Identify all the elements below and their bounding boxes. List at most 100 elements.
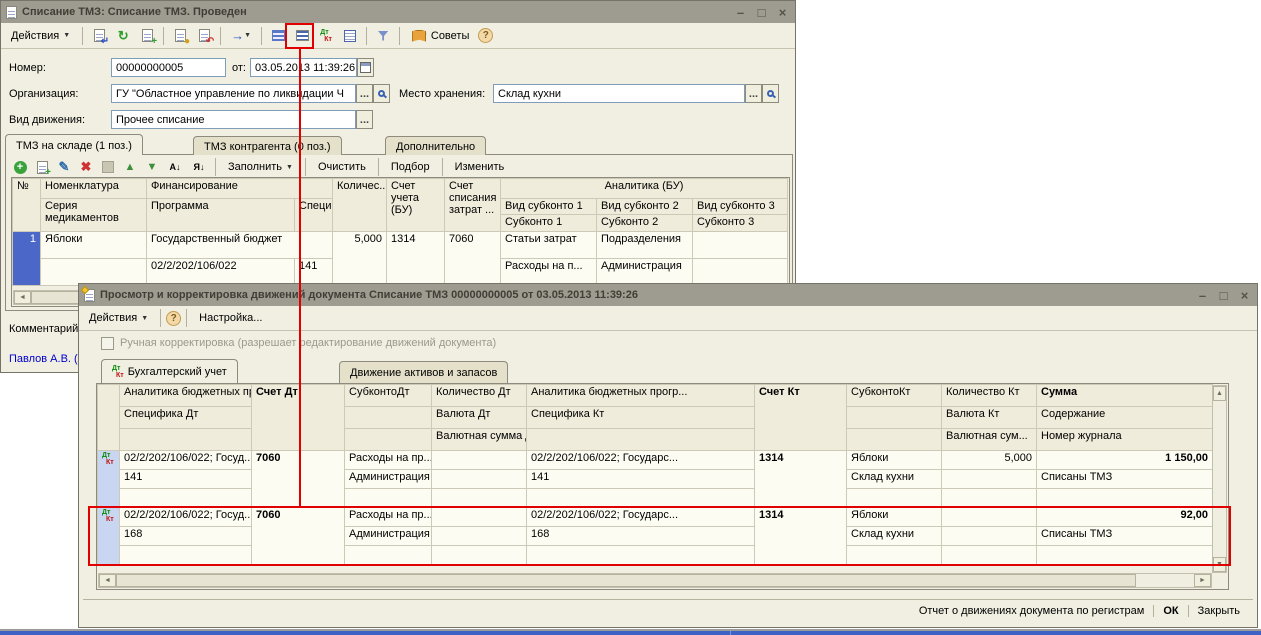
goto-icon[interactable]: →▼ (226, 25, 256, 47)
cell-subconto-type-2[interactable]: Подразделения (597, 232, 693, 259)
tips-button[interactable]: ?Советы (405, 26, 476, 46)
help-icon[interactable]: ? (166, 311, 181, 326)
storage-select-button[interactable]: ... (745, 84, 762, 103)
document-window-titlebar[interactable]: Списание ТМЗ: Списание ТМЗ. Проведен – □… (1, 1, 795, 23)
end-edit-icon[interactable] (98, 156, 118, 178)
postings-grid-hscrollbar[interactable]: ◄ ► (98, 573, 1212, 588)
add-row-icon[interactable]: + (10, 156, 30, 178)
movements-dialog-titlebar[interactable]: Просмотр и корректировка движений докуме… (79, 284, 1257, 306)
registers-report-button[interactable]: Отчет о движениях документа по регистрам (910, 602, 1154, 620)
organization-search-button[interactable] (373, 84, 390, 103)
cell-currency-dt[interactable] (432, 470, 527, 489)
write-icon[interactable]: ↵ (88, 25, 110, 47)
cell-schet-kt[interactable]: 1314 (755, 451, 847, 508)
cell-subconto-kt[interactable]: Яблоки (847, 451, 942, 470)
maximize-icon[interactable]: □ (754, 5, 769, 20)
sort-desc-icon[interactable]: Я↓ (188, 156, 210, 178)
organization-input[interactable]: ГУ "Областное управление по ликвидации Ч (111, 84, 356, 103)
actions-button[interactable]: Действия▼ (82, 308, 155, 328)
tab-additional[interactable]: Дополнительно (385, 136, 486, 155)
close-icon[interactable]: × (775, 5, 790, 20)
cell-subconto-1[interactable]: Расходы на п... (501, 259, 597, 286)
cell-empty[interactable] (1037, 489, 1213, 508)
movement-type-input[interactable]: Прочее списание (111, 110, 356, 129)
cell-subconto-dt-2[interactable]: Администрация (345, 470, 432, 489)
annotation-box-posting-row (88, 506, 1231, 566)
dtkt-icon: ДтКт (102, 452, 114, 466)
help-icon[interactable]: ? (478, 28, 493, 43)
minimize-icon[interactable]: – (733, 5, 748, 20)
copy-row-icon[interactable]: + (32, 156, 52, 178)
date-input[interactable]: 03.05.2013 11:39:26 (250, 58, 357, 77)
cell-series[interactable] (41, 259, 147, 286)
cell-quantity[interactable]: 5,000 (333, 232, 387, 286)
cell-sum[interactable]: 1 150,00 (1037, 451, 1213, 470)
cell-empty[interactable] (942, 489, 1037, 508)
cell-program[interactable]: 02/2/202/106/022 (147, 259, 295, 286)
number-input[interactable]: 00000000005 (111, 58, 226, 77)
cell-qty-kt[interactable]: 5,000 (942, 451, 1037, 470)
cell-subconto-2[interactable]: Администрация (597, 259, 693, 286)
calendar-button[interactable] (357, 58, 374, 77)
filter-icon[interactable] (372, 25, 394, 47)
sort-asc-icon[interactable]: А↓ (164, 156, 186, 178)
cell-empty[interactable] (527, 489, 755, 508)
clear-button[interactable]: Очистить (311, 157, 373, 177)
cell-spec-dt[interactable]: 141 (120, 470, 252, 489)
move-down-icon[interactable]: ▼ (142, 156, 162, 178)
cell-account[interactable]: 1314 (387, 232, 445, 286)
journal-icon[interactable] (339, 25, 361, 47)
header-cell: Серия медикаментов (41, 199, 147, 232)
close-button[interactable]: Закрыть (1189, 602, 1249, 620)
manual-correction-checkbox[interactable] (101, 337, 114, 350)
cell-nomenclature[interactable]: Яблоки (41, 232, 147, 259)
posting-marker-cell[interactable]: ДтКт (98, 451, 120, 508)
maximize-icon[interactable]: □ (1216, 288, 1231, 303)
header-cell: Вид субконто 3 (693, 199, 788, 215)
cell-analytics-kt[interactable]: 02/2/202/106/022; Государс... (527, 451, 755, 470)
tab-accounting[interactable]: ДтКт Бухгалтерский учет (101, 359, 238, 383)
pick-button[interactable]: Подбор (384, 157, 437, 177)
cell-empty[interactable] (345, 489, 432, 508)
tab-tmz-warehouse[interactable]: ТМЗ на складе (1 поз.) (5, 134, 143, 155)
dtkt-postings-icon[interactable]: ДтКт (315, 25, 337, 47)
actions-button[interactable]: Действия▼ (4, 26, 77, 46)
close-icon[interactable]: × (1237, 288, 1252, 303)
row-number-cell[interactable]: 1 (13, 232, 41, 286)
author-link[interactable]: Павлов А.В. (А (9, 353, 85, 365)
tab-tmz-counterparty[interactable]: ТМЗ контрагента (0 поз.) (193, 136, 342, 155)
cell-currency-kt[interactable] (942, 470, 1037, 489)
cell-qty-dt[interactable] (432, 451, 527, 470)
copy-add-icon[interactable]: + (136, 25, 158, 47)
cell-schet-dt[interactable]: 7060 (252, 451, 345, 508)
move-up-icon[interactable]: ▲ (120, 156, 140, 178)
edit-row-icon[interactable]: ✎ (54, 156, 74, 178)
cell-empty[interactable] (847, 489, 942, 508)
fill-button[interactable]: Заполнить▼ (221, 157, 300, 177)
movement-type-select-button[interactable]: ... (356, 110, 373, 129)
settings-button[interactable]: Настройка... (192, 308, 269, 328)
cell-spec-kt[interactable]: 141 (527, 470, 755, 489)
post-document-icon[interactable]: ● (169, 25, 191, 47)
cell-subconto-kt-2[interactable]: Склад кухни (847, 470, 942, 489)
cell-empty[interactable] (432, 489, 527, 508)
organization-select-button[interactable]: ... (356, 84, 373, 103)
cell-content[interactable]: Списаны ТМЗ (1037, 470, 1213, 489)
delete-row-icon[interactable]: ✖ (76, 156, 96, 178)
cell-financing[interactable]: Государственный бюджет (147, 232, 333, 259)
cell-subconto-3[interactable] (693, 259, 788, 286)
cell-analytics-dt[interactable]: 02/2/202/106/022; Госуд... (120, 451, 252, 470)
cell-subconto-type-3[interactable] (693, 232, 788, 259)
refresh-icon[interactable]: ↻ (112, 25, 134, 47)
storage-search-button[interactable] (762, 84, 779, 103)
change-button[interactable]: Изменить (448, 157, 512, 177)
storage-input[interactable]: Склад кухни (493, 84, 745, 103)
ok-button[interactable]: ОК (1154, 602, 1187, 620)
minimize-icon[interactable]: – (1195, 288, 1210, 303)
cell-subconto-type-1[interactable]: Статьи затрат (501, 232, 597, 259)
cell-cost-account[interactable]: 7060 (445, 232, 501, 286)
unpost-document-icon[interactable]: ↶ (193, 25, 215, 47)
cell-empty[interactable] (120, 489, 252, 508)
tab-assets-movement[interactable]: Движение активов и запасов (339, 361, 508, 383)
cell-subconto-dt[interactable]: Расходы на пр... (345, 451, 432, 470)
